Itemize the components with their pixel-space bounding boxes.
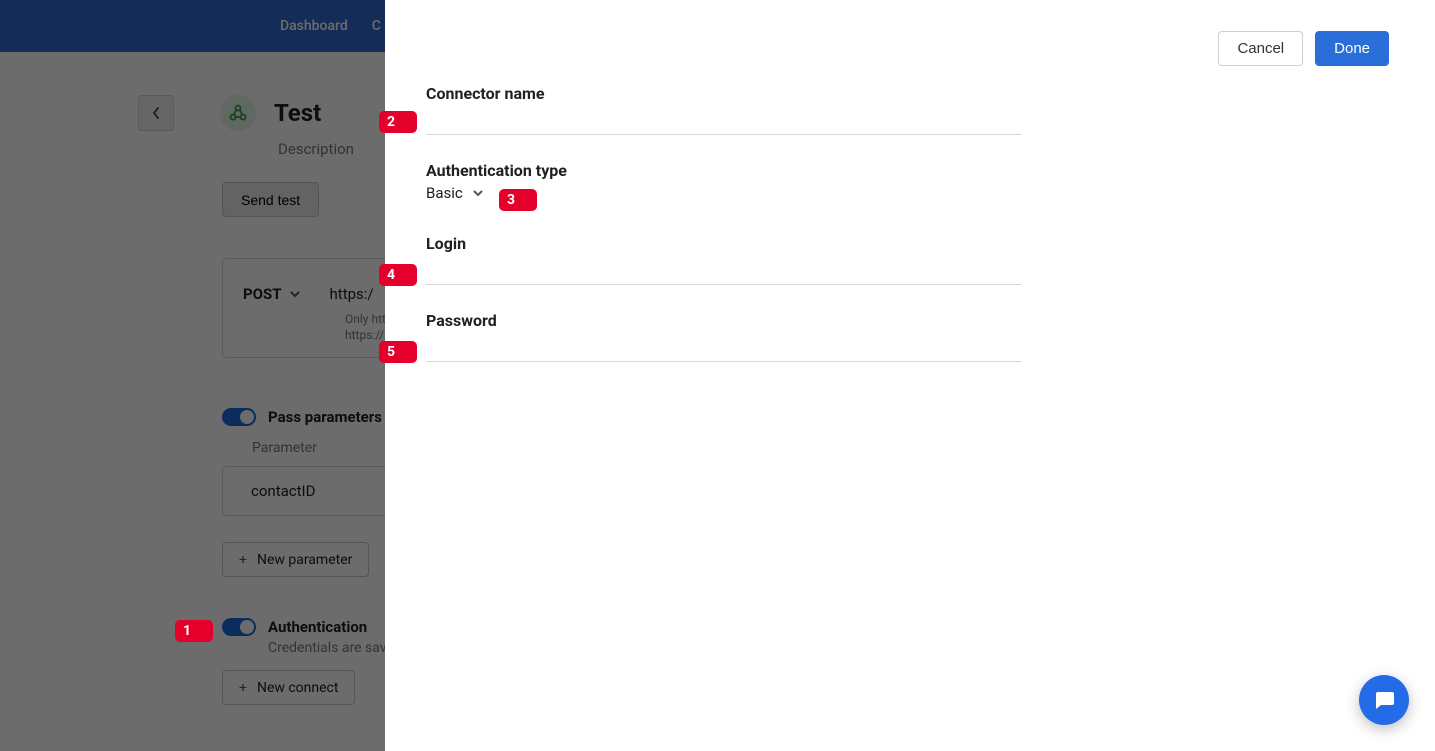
password-label: Password [426, 311, 1021, 330]
chat-icon [1372, 688, 1396, 712]
marker-3: 3 [499, 189, 537, 211]
connector-name-label: Connector name [426, 84, 1021, 103]
chevron-down-icon [473, 184, 483, 202]
connector-name-input[interactable] [426, 107, 1021, 135]
marker-2: 2 [379, 111, 417, 133]
panel-actions: Cancel Done [1218, 31, 1389, 66]
connector-name-field: Connector name [426, 84, 1021, 135]
marker-4: 4 [379, 264, 417, 286]
password-input[interactable] [426, 334, 1021, 362]
auth-type-value: Basic [426, 184, 463, 202]
login-input[interactable] [426, 257, 1021, 285]
viewport: Dashboard C Test Description Send test P… [0, 0, 1435, 751]
cancel-button[interactable]: Cancel [1218, 31, 1303, 66]
auth-type-label: Authentication type [426, 161, 1021, 180]
connector-form: Connector name Authentication type Basic… [426, 84, 1021, 388]
marker-1: 1 [175, 620, 213, 642]
connector-panel: Cancel Done Connector name Authenticatio… [385, 0, 1435, 751]
password-field: Password [426, 311, 1021, 362]
login-label: Login [426, 234, 1021, 253]
help-chat-button[interactable] [1359, 675, 1409, 725]
done-button[interactable]: Done [1315, 31, 1389, 66]
marker-5: 5 [379, 341, 417, 363]
login-field: Login [426, 234, 1021, 285]
